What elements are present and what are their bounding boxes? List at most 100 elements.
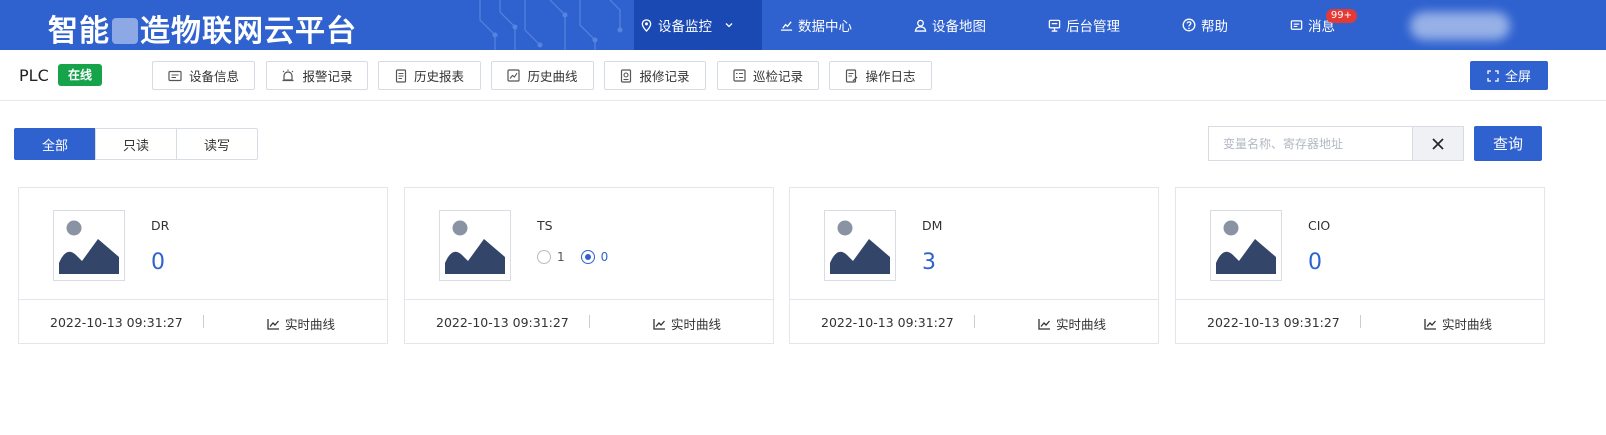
top-nav-bar: 智能 造物联网云平台 设备监控 数据中心 设备地图 后台管理 帮助 消息 99+ — [0, 0, 1606, 50]
card-footer: 2022-10-13 09:31:27 实时曲线 — [1176, 299, 1544, 344]
variable-card-ts: TS 1 0 2022-10-13 09:31:27 实时曲线 — [404, 187, 774, 344]
checklist-icon — [733, 69, 746, 82]
image-placeholder-icon — [824, 210, 896, 281]
circuit-decoration-icon — [479, 0, 623, 50]
button-label: 历史曲线 — [527, 69, 578, 84]
nav-item-help[interactable]: 帮助 — [1182, 0, 1228, 50]
monitor-icon — [1048, 19, 1061, 32]
card-footer: 2022-10-13 09:31:27 实时曲线 — [405, 299, 773, 344]
message-icon — [1290, 19, 1303, 30]
nav-item-admin[interactable]: 后台管理 — [1048, 0, 1120, 50]
variable-value: 0 — [151, 250, 165, 275]
query-button[interactable]: 查询 — [1474, 126, 1542, 161]
variable-value: 3 — [922, 250, 936, 275]
variable-card-dm: DM 3 2022-10-13 09:31:27 实时曲线 — [789, 187, 1159, 344]
image-placeholder-icon — [439, 210, 511, 281]
variable-value: 0 — [1308, 250, 1322, 275]
status-badge: 在线 — [58, 64, 103, 86]
radio-option-0[interactable]: 0 — [580, 250, 609, 264]
line-chart-icon — [653, 318, 665, 330]
card-footer: 2022-10-13 09:31:27 实时曲线 — [19, 299, 387, 344]
access-filter-tabs: 全部 只读 读写 — [14, 128, 258, 160]
radio-label: 0 — [600, 250, 609, 264]
nav-label: 帮助 — [1201, 19, 1228, 35]
brand-suffix: 造物联网云平台 — [140, 14, 357, 49]
brand-prefix: 智能 — [48, 14, 110, 49]
chevron-down-icon — [725, 23, 733, 28]
realtime-curve-link[interactable]: 实时曲线 — [1424, 314, 1492, 333]
divider — [203, 315, 204, 328]
button-label: 历史报表 — [413, 69, 464, 84]
radio-label: 1 — [557, 250, 565, 264]
realtime-curve-link[interactable]: 实时曲线 — [653, 314, 721, 333]
image-placeholder-icon — [1210, 210, 1282, 281]
fullscreen-button[interactable]: 全屏 — [1470, 61, 1548, 90]
history-curve-button[interactable]: 历史曲线 — [491, 61, 594, 90]
repair-records-button[interactable]: 报修记录 — [604, 61, 706, 90]
divider — [589, 315, 590, 328]
redacted-blur — [112, 18, 138, 44]
variable-card-cio: CIO 0 2022-10-13 09:31:27 实时曲线 — [1175, 187, 1545, 344]
line-chart-icon — [1038, 318, 1050, 330]
brand-title: 智能 造物联网云平台 — [48, 6, 357, 50]
card-footer: 2022-10-13 09:31:27 实时曲线 — [790, 299, 1158, 344]
variable-name: DR — [151, 218, 170, 233]
nav-label: 数据中心 — [798, 19, 852, 35]
operation-log-button[interactable]: 操作日志 — [829, 61, 932, 90]
nav-item-device-map[interactable]: 设备地图 — [914, 0, 986, 50]
button-label: 操作日志 — [865, 69, 916, 84]
curve-label: 实时曲线 — [671, 317, 722, 332]
nav-item-device-monitor[interactable]: 设备监控 — [634, 0, 762, 50]
update-timestamp: 2022-10-13 09:31:27 — [821, 315, 954, 330]
curve-label: 实时曲线 — [1442, 317, 1493, 332]
button-label: 设备信息 — [188, 69, 239, 84]
user-avatar-blurred[interactable] — [1410, 12, 1510, 40]
chart-icon — [780, 20, 793, 31]
line-chart-icon — [267, 318, 279, 330]
search-input[interactable] — [1208, 126, 1413, 161]
line-chart-icon — [1424, 318, 1436, 330]
help-icon — [1182, 18, 1196, 32]
divider — [974, 315, 975, 328]
image-placeholder-icon — [53, 210, 125, 281]
update-timestamp: 2022-10-13 09:31:27 — [1207, 315, 1340, 330]
device-name: PLC — [19, 66, 49, 85]
button-label: 报警记录 — [302, 69, 353, 84]
nav-item-messages[interactable]: 消息 99+ — [1290, 0, 1357, 50]
curve-label: 实时曲线 — [1056, 317, 1107, 332]
alarm-records-button[interactable]: 报警记录 — [266, 61, 368, 90]
button-label: 巡检记录 — [752, 69, 803, 84]
variable-card-dr: DR 0 2022-10-13 09:31:27 实时曲线 — [18, 187, 388, 344]
realtime-curve-link[interactable]: 实时曲线 — [1038, 314, 1106, 333]
fullscreen-label: 全屏 — [1504, 70, 1531, 85]
message-count-badge: 99+ — [1325, 9, 1357, 23]
device-toolbar: PLC 在线 设备信息 报警记录 历史报表 历史曲线 报修记录 巡检记录 操作日… — [0, 50, 1606, 101]
update-timestamp: 2022-10-13 09:31:27 — [50, 315, 183, 330]
repair-doc-icon — [621, 68, 632, 83]
expand-icon — [1487, 69, 1499, 82]
radio-circle — [580, 250, 595, 264]
inspection-records-button[interactable]: 巡检记录 — [717, 61, 819, 90]
radio-circle — [537, 250, 551, 264]
nav-label: 后台管理 — [1066, 19, 1120, 35]
curve-label: 实时曲线 — [285, 317, 336, 332]
radio-option-1[interactable]: 1 — [537, 250, 565, 264]
nav-item-data-center[interactable]: 数据中心 — [780, 0, 852, 50]
main-nav: 设备监控 数据中心 设备地图 后台管理 帮助 消息 99+ — [634, 0, 1357, 50]
realtime-curve-link[interactable]: 实时曲线 — [267, 314, 335, 333]
button-label: 报修记录 — [639, 69, 690, 84]
tab-read-only[interactable]: 只读 — [95, 128, 177, 160]
device-info-button[interactable]: 设备信息 — [152, 61, 255, 90]
log-icon — [846, 68, 858, 83]
value-radio-group: 1 0 — [537, 250, 624, 264]
nav-label: 设备监控 — [658, 19, 712, 35]
update-timestamp: 2022-10-13 09:31:27 — [436, 315, 569, 330]
clear-search-button[interactable] — [1412, 126, 1464, 161]
tab-all[interactable]: 全部 — [14, 128, 96, 160]
user-location-icon — [914, 19, 927, 32]
location-pin-icon — [641, 18, 652, 32]
history-report-button[interactable]: 历史报表 — [378, 61, 481, 90]
close-icon — [1432, 137, 1444, 150]
tab-read-write[interactable]: 读写 — [176, 128, 258, 160]
variable-name: TS — [537, 218, 553, 233]
